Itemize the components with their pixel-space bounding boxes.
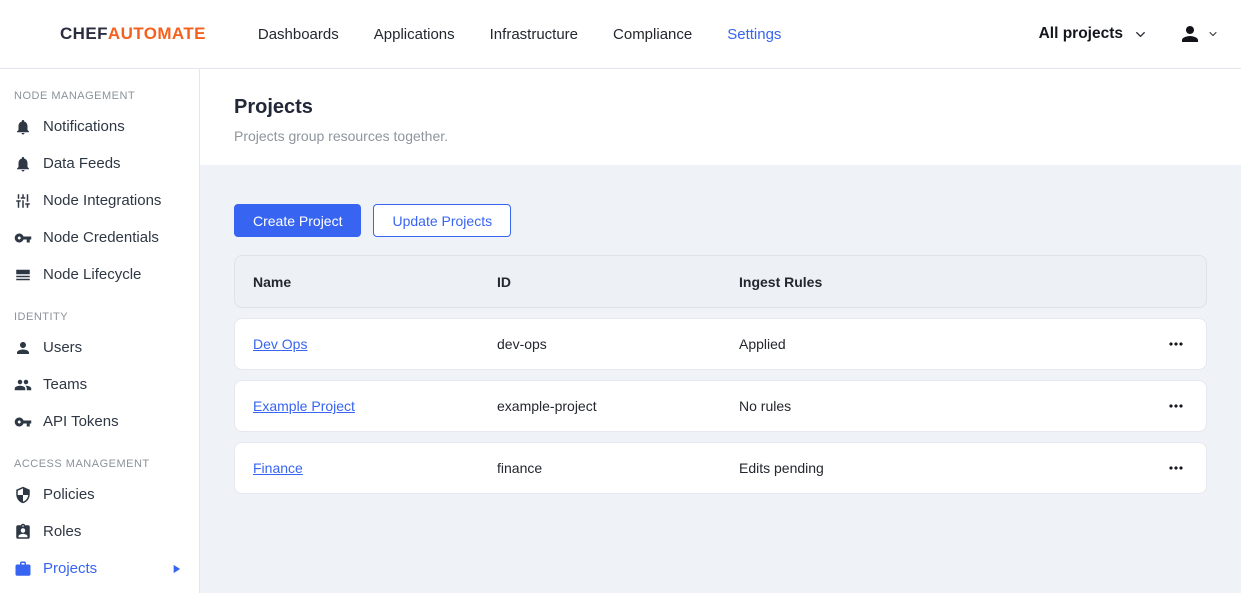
cell-ingest-rules: Applied	[739, 336, 1140, 352]
settings-sidebar: NODE MANAGEMENT Notifications Data Feeds No…	[0, 69, 200, 593]
project-link-example-project[interactable]: Example Project	[253, 398, 355, 414]
sidebar-item-label: Node Lifecycle	[43, 266, 141, 283]
cell-ingest-rules: No rules	[739, 398, 1140, 414]
sidebar-item-roles[interactable]: Roles	[0, 513, 199, 550]
nav-item-compliance[interactable]: Compliance	[613, 26, 692, 43]
cell-id: finance	[497, 460, 739, 476]
topbar-right: All projects	[1039, 22, 1241, 46]
sidebar-item-label: Node Credentials	[43, 229, 159, 246]
person-icon	[14, 339, 32, 357]
logo-automate-text: AUTOMATE	[108, 24, 206, 44]
chef-automate-logo[interactable]: CHEF AUTOMATE	[60, 24, 206, 44]
user-menu[interactable]	[1178, 22, 1219, 46]
sidebar-section-header: NODE MANAGEMENT	[0, 82, 199, 108]
sidebar-item-node-credentials[interactable]: Node Credentials	[0, 219, 199, 256]
logo-chef-text: CHEF	[60, 24, 108, 44]
key-icon	[14, 229, 32, 247]
sidebar-item-api-tokens[interactable]: API Tokens	[0, 403, 199, 440]
table-header-row: NameIDIngest Rules	[234, 255, 1207, 308]
projects-table: NameIDIngest Rules Dev Ops dev-opsApplied…	[234, 255, 1207, 494]
sidebar-section-identity: IDENTITY Users Teams API Tokens	[0, 293, 199, 440]
top-navbar: CHEF AUTOMATE Dashboards Applications Infr…	[0, 0, 1241, 69]
content-body: Create Project Update Projects NameIDIng…	[200, 165, 1241, 494]
sidebar-item-data-feeds[interactable]: Data Feeds	[0, 145, 199, 182]
sliders-icon	[14, 192, 32, 210]
sidebar-item-teams[interactable]: Teams	[0, 366, 199, 403]
cell-id: dev-ops	[497, 336, 739, 352]
sidebar-item-notifications[interactable]: Notifications	[0, 108, 199, 145]
shield-icon	[14, 486, 32, 504]
sidebar-item-label: Policies	[43, 486, 95, 503]
page-header: Projects Projects group resources togeth…	[200, 69, 1241, 165]
chevron-down-icon	[1207, 28, 1219, 40]
user-avatar-icon	[1178, 22, 1202, 46]
table-row-dev-ops: Dev Ops dev-opsApplied	[234, 318, 1207, 370]
sidebar-item-projects[interactable]: Projects	[0, 550, 199, 587]
chef-automate-app: CHEF AUTOMATE Dashboards Applications Infr…	[0, 0, 1241, 593]
projects-filter-dropdown[interactable]: All projects	[1039, 25, 1148, 43]
column-header-name: Name	[253, 274, 497, 290]
badge-icon	[14, 523, 32, 541]
sidebar-section-node-management: NODE MANAGEMENT Notifications Data Feeds No…	[0, 82, 199, 293]
sidebar-item-label: API Tokens	[43, 413, 119, 430]
ellipsis-icon	[1166, 396, 1186, 416]
chevron-down-icon	[1133, 27, 1148, 42]
nav-item-dashboards[interactable]: Dashboards	[258, 26, 339, 43]
sidebar-section-header: IDENTITY	[0, 293, 199, 329]
page-title: Projects	[234, 96, 1207, 119]
cell-name: Finance	[253, 460, 497, 476]
project-link-finance[interactable]: Finance	[253, 460, 303, 476]
update-projects-button[interactable]: Update Projects	[373, 204, 511, 237]
group-icon	[14, 376, 32, 394]
row-menu-button[interactable]	[1164, 394, 1188, 418]
table-body: Dev Ops dev-opsApplied Example Project exam…	[234, 318, 1207, 494]
sidebar-item-node-integrations[interactable]: Node Integrations	[0, 182, 199, 219]
main-nav: Dashboards Applications Infrastructure Comp…	[258, 26, 782, 43]
bell-icon	[14, 118, 32, 136]
create-project-button[interactable]: Create Project	[234, 204, 361, 237]
cell-id: example-project	[497, 398, 739, 414]
row-menu-button[interactable]	[1164, 332, 1188, 356]
nav-item-infrastructure[interactable]: Infrastructure	[490, 26, 578, 43]
list-icon	[14, 266, 32, 284]
sidebar-section-header: ACCESS MANAGEMENT	[0, 440, 199, 476]
actions-toolbar: Create Project Update Projects	[234, 204, 1207, 237]
project-link-dev-ops[interactable]: Dev Ops	[253, 336, 307, 352]
cell-name: Dev Ops	[253, 336, 497, 352]
sidebar-item-label: Data Feeds	[43, 155, 121, 172]
caret-right-icon[interactable]	[169, 562, 183, 576]
row-menu-button[interactable]	[1164, 456, 1188, 480]
sidebar-item-label: Node Integrations	[43, 192, 161, 209]
briefcase-icon	[14, 560, 32, 578]
sidebar-item-label: Projects	[43, 560, 97, 577]
cell-ingest-rules: Edits pending	[739, 460, 1140, 476]
sidebar-item-node-lifecycle[interactable]: Node Lifecycle	[0, 256, 199, 293]
key-icon	[14, 413, 32, 431]
page-subtitle: Projects group resources together.	[234, 128, 1207, 144]
ellipsis-icon	[1166, 334, 1186, 354]
table-row-finance: Finance financeEdits pending	[234, 442, 1207, 494]
sidebar-item-label: Notifications	[43, 118, 125, 135]
column-header-id: ID	[497, 274, 739, 290]
projects-filter-label: All projects	[1039, 25, 1123, 43]
table-row-example-project: Example Project example-projectNo rules	[234, 380, 1207, 432]
column-header-ingest-rules: Ingest Rules	[739, 274, 1140, 290]
nav-item-settings[interactable]: Settings	[727, 26, 781, 43]
nav-item-applications[interactable]: Applications	[374, 26, 455, 43]
sidebar-item-policies[interactable]: Policies	[0, 476, 199, 513]
ellipsis-icon	[1166, 458, 1186, 478]
bell-icon	[14, 155, 32, 173]
main-content: Projects Projects group resources togeth…	[200, 69, 1241, 593]
cell-name: Example Project	[253, 398, 497, 414]
sidebar-item-label: Teams	[43, 376, 87, 393]
sidebar-item-label: Users	[43, 339, 82, 356]
sidebar-item-users[interactable]: Users	[0, 329, 199, 366]
sidebar-section-access-management: ACCESS MANAGEMENT Policies Roles Projects	[0, 440, 199, 587]
sidebar-item-label: Roles	[43, 523, 81, 540]
